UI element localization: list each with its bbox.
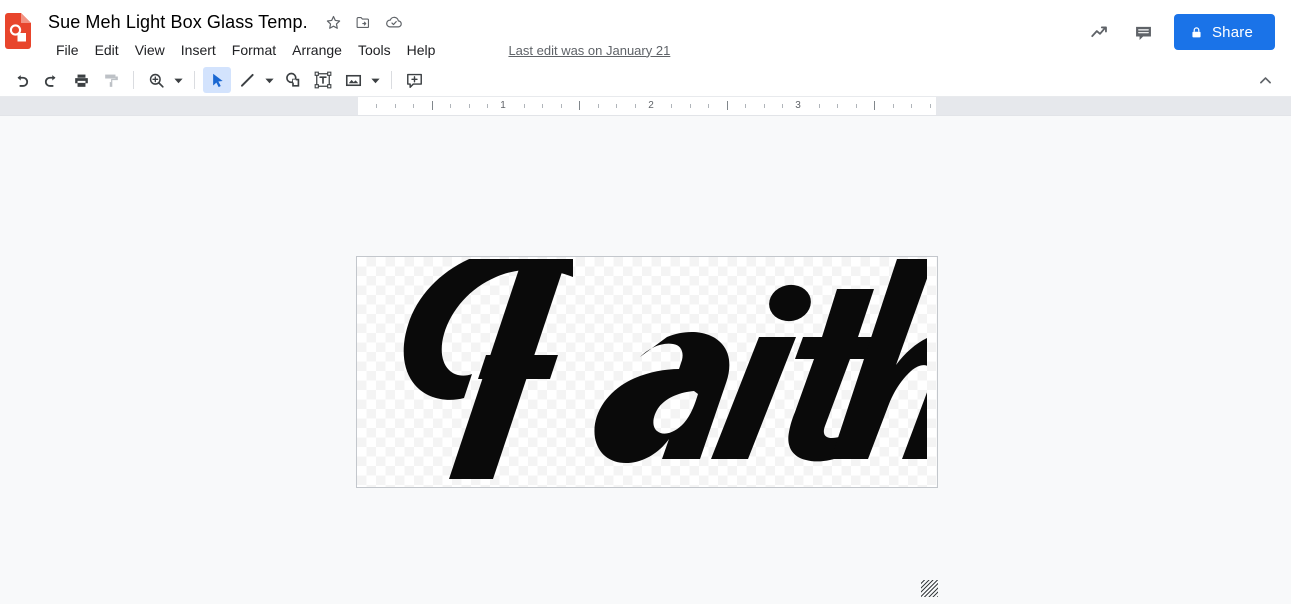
- drive-sync-status-icon[interactable]: [382, 10, 406, 34]
- ruler-label: 3: [795, 100, 801, 111]
- ruler-tick-major: [727, 101, 728, 110]
- image-button[interactable]: [339, 67, 367, 93]
- ruler-tick-minor: [469, 104, 470, 108]
- ruler-tick-minor: [487, 104, 488, 108]
- ruler-tick-minor: [561, 104, 562, 108]
- menu-tools[interactable]: Tools: [350, 39, 399, 61]
- ruler-tick-minor: [782, 104, 783, 108]
- ruler-tick-minor: [542, 104, 543, 108]
- move-to-folder-icon[interactable]: [352, 10, 376, 34]
- drawings-app-window: Sue Meh Light Box Glass Temp. File Edit …: [0, 0, 1291, 604]
- ruler-label: 1: [500, 100, 506, 111]
- lock-icon: [1190, 25, 1203, 40]
- ruler-tick-minor: [837, 104, 838, 108]
- activity-dashboard-icon[interactable]: [1082, 14, 1118, 50]
- line-dropdown-caret[interactable]: [262, 67, 276, 93]
- faith-artwork: [357, 257, 937, 487]
- zoom-button[interactable]: [142, 67, 170, 93]
- last-edit-link[interactable]: Last edit was on January 21: [508, 43, 670, 58]
- collapse-toolbar-button[interactable]: [1251, 67, 1279, 93]
- ruler-tick-minor: [911, 104, 912, 108]
- ruler-tick-minor: [856, 104, 857, 108]
- toolbar: [0, 64, 1291, 97]
- menu-bar: File Edit View Insert Format Arrange Too…: [37, 38, 1082, 62]
- menu-view[interactable]: View: [127, 39, 173, 61]
- share-button-label: Share: [1211, 23, 1253, 41]
- toolbar-separator: [194, 71, 195, 89]
- ruler-tick-minor: [524, 104, 525, 108]
- ruler-tick-minor: [893, 104, 894, 108]
- toolbar-separator: [133, 71, 134, 89]
- ruler-tick-major: [874, 101, 875, 110]
- zoom-dropdown-caret[interactable]: [171, 67, 185, 93]
- ruler-tick-minor: [635, 104, 636, 108]
- ruler-tick-minor: [450, 104, 451, 108]
- paint-format-button[interactable]: [97, 67, 125, 93]
- ruler-tick-minor: [671, 104, 672, 108]
- ruler-tick-minor: [819, 104, 820, 108]
- comments-icon[interactable]: [1126, 14, 1162, 50]
- undo-button[interactable]: [7, 67, 35, 93]
- ruler-tick-minor: [413, 104, 414, 108]
- select-tool-button[interactable]: [203, 67, 231, 93]
- ruler-tick-minor: [598, 104, 599, 108]
- image-dropdown-caret[interactable]: [368, 67, 382, 93]
- horizontal-ruler[interactable]: 1 2 3: [0, 97, 1291, 116]
- add-comment-button[interactable]: [400, 67, 428, 93]
- menu-help[interactable]: Help: [399, 39, 444, 61]
- text-box-button[interactable]: [309, 67, 337, 93]
- menu-file[interactable]: File: [48, 39, 87, 61]
- document-title[interactable]: Sue Meh Light Box Glass Temp.: [48, 12, 322, 33]
- ruler-track: [358, 97, 936, 115]
- ruler-tick-major: [579, 101, 580, 110]
- drawings-app-icon[interactable]: [5, 13, 31, 49]
- line-tool-button[interactable]: [233, 67, 261, 93]
- ruler-tick-minor: [616, 104, 617, 108]
- menu-insert[interactable]: Insert: [173, 39, 224, 61]
- header-actions: Share: [1082, 0, 1291, 50]
- ruler-tick-minor: [395, 104, 396, 108]
- ruler-tick-minor: [690, 104, 691, 108]
- menu-edit[interactable]: Edit: [87, 39, 127, 61]
- ruler-tick-minor: [708, 104, 709, 108]
- ruler-tick-minor: [376, 104, 377, 108]
- ruler-label: 2: [648, 100, 654, 111]
- image-object[interactable]: [356, 256, 938, 488]
- app-header: Sue Meh Light Box Glass Temp. File Edit …: [0, 0, 1291, 64]
- ruler-tick-major: [432, 101, 433, 110]
- title-row: Sue Meh Light Box Glass Temp.: [37, 8, 1082, 36]
- header-main: Sue Meh Light Box Glass Temp. File Edit …: [37, 0, 1082, 62]
- share-button[interactable]: Share: [1173, 14, 1275, 50]
- menu-arrange[interactable]: Arrange: [284, 39, 350, 61]
- star-icon[interactable]: [322, 10, 346, 34]
- drawing-canvas[interactable]: [0, 116, 1291, 604]
- menu-format[interactable]: Format: [224, 39, 284, 61]
- resize-handle-bottom-right[interactable]: [921, 580, 938, 597]
- ruler-tick-minor: [930, 104, 931, 108]
- shape-tool-button[interactable]: [279, 67, 307, 93]
- ruler-tick-minor: [764, 104, 765, 108]
- ruler-tick-minor: [745, 104, 746, 108]
- redo-button[interactable]: [37, 67, 65, 93]
- toolbar-separator: [391, 71, 392, 89]
- print-button[interactable]: [67, 67, 95, 93]
